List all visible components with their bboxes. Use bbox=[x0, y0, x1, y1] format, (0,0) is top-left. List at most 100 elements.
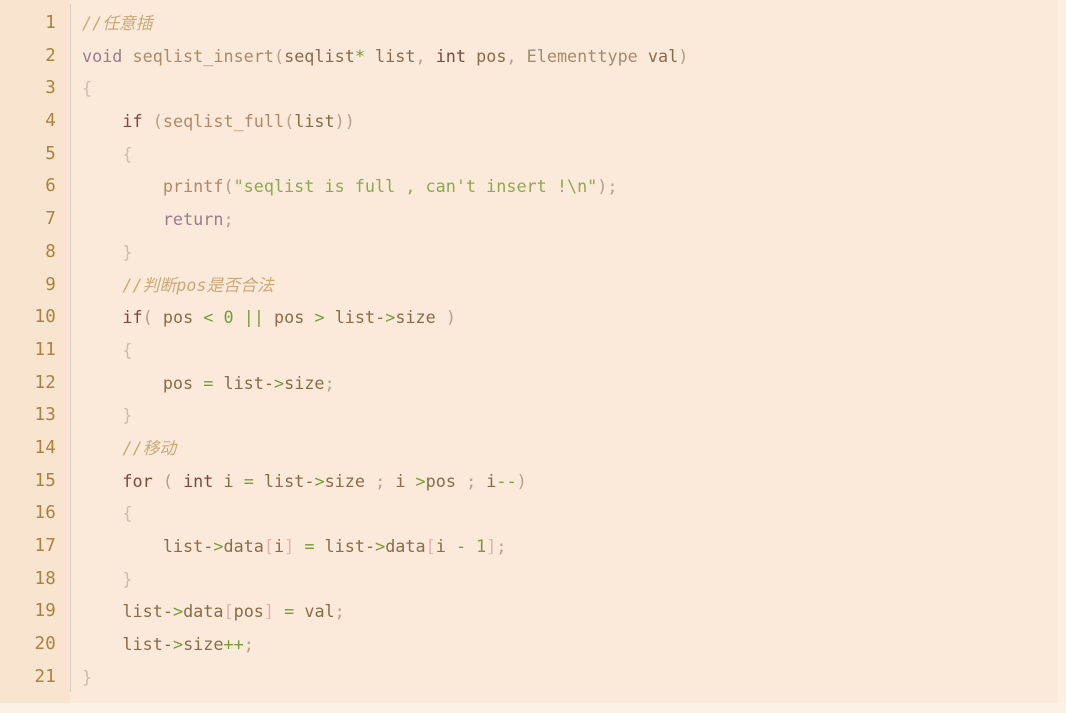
code-token: //判断pos是否合法 bbox=[122, 274, 274, 295]
code-line[interactable]: { bbox=[82, 138, 1066, 171]
code-token: ; bbox=[324, 372, 335, 393]
code-token: ; bbox=[243, 634, 254, 655]
code-line[interactable]: } bbox=[82, 399, 1066, 432]
line-number: 13 bbox=[34, 405, 56, 426]
code-token: list bbox=[294, 111, 335, 132]
code-token: 0 bbox=[223, 307, 234, 328]
line-number: 8 bbox=[45, 241, 56, 262]
code-line[interactable]: return; bbox=[82, 203, 1066, 236]
code-line[interactable]: printf("seqlist is full , can't insert !… bbox=[82, 170, 1066, 203]
code-token: ] bbox=[263, 601, 275, 622]
code-token: { bbox=[122, 143, 133, 164]
code-token: { bbox=[122, 339, 133, 360]
code-token: ) bbox=[516, 470, 527, 491]
code-token: size bbox=[324, 470, 365, 491]
code-token: pos bbox=[476, 45, 507, 66]
code-line[interactable]: list->data[pos] = val; bbox=[82, 595, 1066, 628]
code-token: [ bbox=[223, 601, 234, 622]
code-token: int bbox=[183, 470, 214, 491]
code-token: ] bbox=[284, 536, 295, 556]
code-token: ; bbox=[334, 601, 345, 622]
code-token: seqlist_insert bbox=[132, 45, 274, 66]
code-token: > bbox=[415, 470, 426, 491]
code-token: [ bbox=[425, 536, 436, 556]
code-token: list bbox=[162, 536, 204, 556]
code-line[interactable]: pos = list->size; bbox=[82, 367, 1066, 400]
code-token: ; bbox=[223, 209, 234, 230]
code-token: = bbox=[243, 470, 254, 491]
code-token: 1 bbox=[476, 536, 487, 556]
code-token: i bbox=[486, 470, 497, 491]
code-token: - bbox=[162, 601, 173, 622]
code-token: || bbox=[243, 307, 264, 328]
code-token: i bbox=[435, 536, 446, 556]
code-token: - bbox=[263, 372, 274, 393]
code-token: pos bbox=[274, 307, 305, 328]
code-token: //任意插 bbox=[82, 13, 153, 33]
code-line[interactable]: //移动 bbox=[82, 432, 1066, 465]
line-number: 14 bbox=[34, 437, 56, 458]
code-token: Elementtype bbox=[526, 45, 638, 66]
code-token: , bbox=[506, 45, 517, 66]
code-token: [ bbox=[263, 536, 274, 556]
line-number-gutter: 1 2 3 4 5 6 7 8 9 10 11 12 13 14 15 16 17 18 19 20 21 bbox=[0, 0, 70, 713]
code-token: "seqlist is full , can't insert !\n" bbox=[233, 176, 598, 197]
line-number: 17 bbox=[34, 536, 56, 556]
code-line[interactable]: //判断pos是否合法 bbox=[82, 269, 1066, 302]
code-token: for bbox=[122, 470, 153, 491]
code-token: size bbox=[395, 307, 436, 328]
code-token: > bbox=[385, 307, 396, 328]
code-line[interactable]: list->data[i] = list->data[i - 1]; bbox=[82, 530, 1066, 563]
code-content-pane[interactable]: //任意插 void seqlist_insert(seqlist* list, … bbox=[70, 0, 1066, 713]
code-token: = bbox=[284, 601, 295, 622]
line-number: 20 bbox=[34, 634, 56, 655]
code-token: ( bbox=[284, 111, 295, 132]
code-token: list bbox=[263, 470, 305, 491]
code-token: //移动 bbox=[122, 437, 177, 458]
code-token: pos bbox=[233, 601, 264, 622]
line-number: 6 bbox=[45, 176, 56, 197]
code-token: ; bbox=[466, 470, 477, 491]
code-line[interactable]: { bbox=[82, 72, 1066, 105]
code-token: list bbox=[324, 536, 365, 556]
code-line[interactable]: for ( int i = list->size ; i >pos ; i--) bbox=[82, 465, 1066, 498]
code-token: > bbox=[274, 372, 285, 393]
code-token: val bbox=[647, 45, 679, 66]
code-line[interactable]: void seqlist_insert(seqlist* list, int p… bbox=[82, 40, 1066, 73]
code-token: ) bbox=[445, 307, 456, 328]
code-token: val bbox=[304, 601, 335, 622]
code-line[interactable]: list->size++; bbox=[82, 628, 1066, 661]
code-token: if bbox=[122, 307, 143, 328]
code-token: ; bbox=[607, 176, 618, 197]
line-number: 7 bbox=[45, 209, 56, 230]
code-token: list bbox=[223, 372, 264, 393]
line-number: 9 bbox=[45, 274, 56, 295]
code-token: - bbox=[455, 536, 467, 556]
gutter-divider bbox=[70, 4, 71, 692]
code-listing: 1 2 3 4 5 6 7 8 9 10 11 12 13 14 15 16 17 18 19 20 21 //任意插 v… bbox=[0, 0, 1066, 713]
code-token: void bbox=[82, 45, 123, 66]
code-token: ; bbox=[496, 536, 507, 556]
code-line[interactable]: } bbox=[82, 236, 1066, 269]
code-token: i bbox=[274, 536, 285, 556]
code-line[interactable]: //任意插 bbox=[82, 7, 1066, 40]
code-token: ( bbox=[223, 176, 234, 197]
code-token: ( bbox=[273, 45, 285, 66]
code-line[interactable]: if( pos < 0 || pos > list->size ) bbox=[82, 301, 1066, 334]
code-line[interactable]: { bbox=[82, 497, 1066, 530]
code-token: pos bbox=[162, 372, 194, 393]
code-token: data bbox=[183, 601, 224, 622]
code-token: > bbox=[213, 536, 224, 556]
code-token: > bbox=[314, 470, 325, 491]
code-token: } bbox=[82, 666, 93, 687]
code-line[interactable]: { bbox=[82, 334, 1066, 367]
code-token: { bbox=[122, 503, 133, 524]
code-line[interactable]: } bbox=[82, 563, 1066, 596]
code-line[interactable]: } bbox=[82, 661, 1066, 694]
code-token: ++ bbox=[223, 634, 244, 655]
code-token: pos bbox=[162, 307, 194, 328]
code-token: - bbox=[203, 536, 214, 556]
code-token: , bbox=[415, 45, 426, 66]
code-token: list bbox=[334, 307, 376, 328]
code-line[interactable]: if (seqlist_full(list)) bbox=[82, 105, 1066, 138]
